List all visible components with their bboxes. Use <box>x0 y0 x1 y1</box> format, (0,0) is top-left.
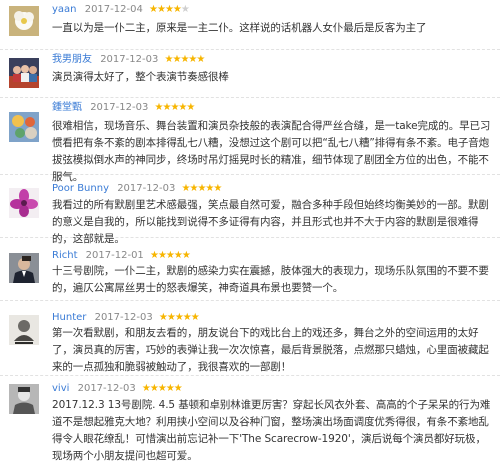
colorful-pattern-icon <box>9 112 39 142</box>
review-item: yaan 2017-12-04 ★★★★★ 一直以为是一仆二主，原来是一主二仆。… <box>0 0 500 50</box>
review-date: 2017-12-03 <box>94 312 153 323</box>
review-item: Hunter 2017-12-03 ★★★★★ 第一次看默剧，和朋友去看的，朋友… <box>0 301 500 376</box>
review-username[interactable]: Poor Bunny <box>52 183 109 194</box>
star-filled-icon: ★ <box>157 250 167 261</box>
purple-flower-icon <box>9 188 39 218</box>
avatar[interactable] <box>9 112 39 142</box>
review-text: 十三号剧院，一仆二主，默剧的感染力实在震撼，肢体强大的表现力，现场乐队氛围的不要… <box>52 265 489 294</box>
star-filled-icon: ★ <box>165 250 175 261</box>
review-date: 2017-12-04 <box>84 4 143 15</box>
star-filled-icon: ★ <box>196 54 205 65</box>
review-item: vivi 2017-12-03 ★★★★★ 2017.12.3 13号剧院. 4… <box>0 376 500 467</box>
star-filled-icon: ★ <box>158 312 168 323</box>
star-filled-icon: ★ <box>156 4 166 15</box>
review-date: 2017-12-03 <box>117 183 176 194</box>
star-filled-icon: ★ <box>174 312 184 323</box>
star-filled-icon: ★ <box>190 312 200 323</box>
review-username[interactable]: yaan <box>52 4 77 15</box>
star-filled-icon: ★ <box>166 312 176 323</box>
avatar[interactable] <box>9 315 39 345</box>
review-username[interactable]: 鍾堂甄 <box>52 102 82 113</box>
star-filled-icon: ★ <box>173 250 183 261</box>
star-filled-icon: ★ <box>181 250 191 261</box>
avatar[interactable] <box>9 384 39 414</box>
group-photo-icon <box>9 58 39 88</box>
avatar[interactable] <box>9 6 39 36</box>
review-username[interactable]: vivi <box>52 383 69 394</box>
star-rating: ★★★★★ <box>158 311 200 325</box>
review-username[interactable]: 我男朋友 <box>52 54 92 65</box>
star-rating: ★★★★★ <box>165 53 206 67</box>
star-rating: ★★★★★ <box>155 101 196 115</box>
avatar[interactable] <box>9 253 39 283</box>
review-date: 2017-12-03 <box>77 383 136 394</box>
review-item: Poor Bunny 2017-12-03 ★★★★★ 我看过的所有默剧里艺术感… <box>0 175 500 245</box>
review-item: 我男朋友 2017-12-03 ★★★★★ 演员演得太好了，整个表演节奏感很棒 <box>0 50 500 98</box>
review-item: 鍾堂甄 2017-12-03 ★★★★★ 很难相信，现场音乐、舞台装置和演员杂技… <box>0 98 500 183</box>
review-username[interactable]: Hunter <box>52 312 86 323</box>
star-filled-icon: ★ <box>164 4 174 15</box>
star-empty-icon: ★ <box>180 4 190 15</box>
star-rating: ★★★★★ <box>141 382 183 396</box>
star-filled-icon: ★ <box>173 383 183 394</box>
avatar[interactable] <box>9 58 39 88</box>
review-date: 2017-12-03 <box>90 102 149 113</box>
star-filled-icon: ★ <box>186 102 195 113</box>
star-filled-icon: ★ <box>213 183 222 194</box>
white-flower-icon <box>9 6 39 36</box>
star-filled-icon: ★ <box>165 383 175 394</box>
star-filled-icon: ★ <box>149 4 158 15</box>
review-list: yaan 2017-12-04 ★★★★★ 一直以为是一仆二主，原来是一主二仆。… <box>0 0 500 467</box>
avatar[interactable] <box>9 188 39 218</box>
review-date: 2017-12-01 <box>85 250 144 261</box>
star-filled-icon: ★ <box>157 383 167 394</box>
review-text: 演员演得太好了，整个表演节奏感很棒 <box>52 71 229 83</box>
star-filled-icon: ★ <box>149 250 159 261</box>
star-rating: ★★★★★ <box>149 3 190 17</box>
portrait-photo-icon <box>9 253 39 283</box>
review-item: Richt 2017-12-01 ★★★★★ 十三号剧院，一仆二主，默剧的感染力… <box>0 238 500 301</box>
star-filled-icon: ★ <box>141 383 151 394</box>
review-text: 一直以为是一仆二主，原来是一主二仆。这样说的话机器人女仆最后是反客为主了 <box>52 22 427 34</box>
review-text: 2017.12.3 13号剧院. 4.5 基顿和卓别林谁更厉害？穿起长风衣外套、… <box>52 399 491 462</box>
review-username[interactable]: Richt <box>52 250 77 261</box>
bw-photo-icon <box>9 384 39 414</box>
star-rating: ★★★★★ <box>149 249 191 263</box>
star-filled-icon: ★ <box>172 4 182 15</box>
star-rating: ★★★★★ <box>182 182 223 196</box>
star-filled-icon: ★ <box>182 312 192 323</box>
review-date: 2017-12-03 <box>100 54 159 65</box>
sketch-avatar-icon <box>9 315 39 345</box>
review-text: 第一次看默剧，和朋友去看的，朋友说台下的戏比台上的戏还多，舞台之外的空间运用的太… <box>52 327 489 373</box>
star-filled-icon: ★ <box>149 383 159 394</box>
